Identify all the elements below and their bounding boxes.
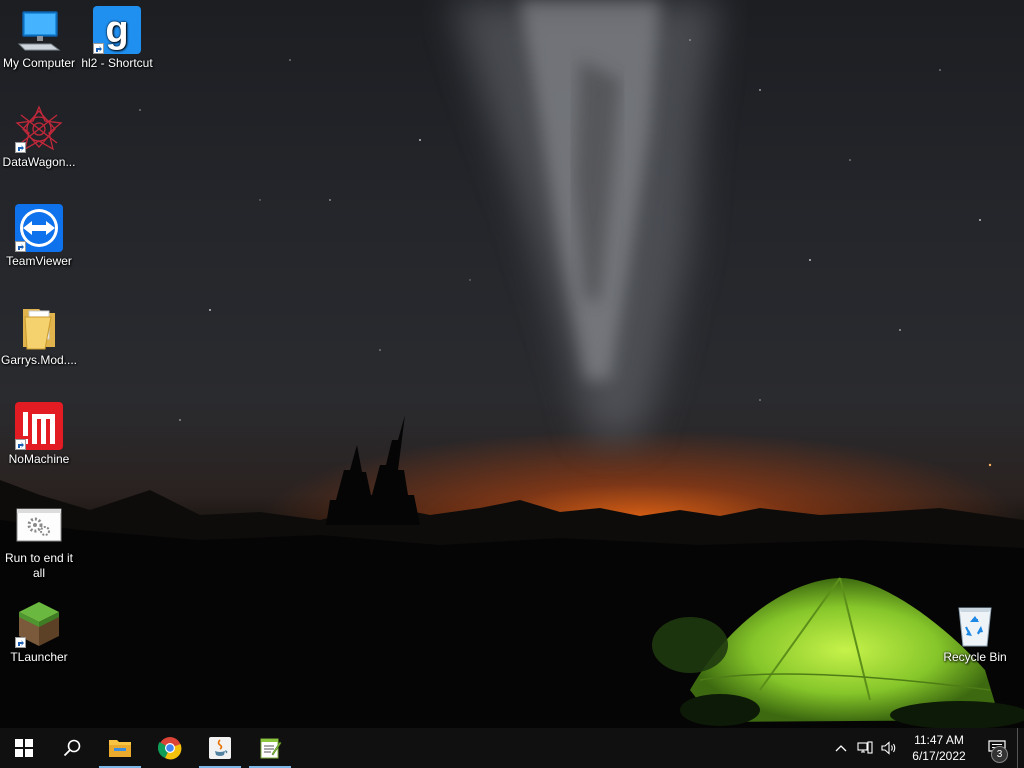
taskbar-app-java[interactable] bbox=[196, 728, 244, 768]
java-icon bbox=[209, 737, 231, 759]
settings-window-icon bbox=[16, 508, 62, 542]
shortcut-arrow-icon bbox=[93, 43, 104, 54]
system-tray: 11:47 AM 6/17/2022 3 bbox=[829, 728, 1024, 768]
taskbar-app-notepad[interactable] bbox=[246, 728, 294, 768]
desktop-icon-my-computer[interactable]: My Computer bbox=[0, 6, 78, 71]
taskbar-clock[interactable]: 11:47 AM 6/17/2022 bbox=[901, 732, 977, 764]
desktop-icon-run-to-end-it-all[interactable]: Run to end it all bbox=[0, 501, 78, 581]
start-button[interactable] bbox=[0, 728, 48, 768]
desktop-icon-label: NoMachine bbox=[8, 452, 70, 466]
shortcut-arrow-icon bbox=[15, 241, 26, 252]
desktop-icon-label: DataWagon... bbox=[2, 155, 76, 169]
desktop-icon-label: Recycle Bin bbox=[943, 650, 1007, 664]
svg-text:g: g bbox=[105, 9, 128, 51]
desktop-icon-recycle-bin[interactable]: Recycle Bin bbox=[936, 600, 1014, 665]
shortcut-arrow-icon bbox=[15, 637, 26, 648]
desktop-icon-label: Garrys.Mod.... bbox=[1, 353, 78, 367]
taskbar: 11:47 AM 6/17/2022 3 bbox=[0, 728, 1024, 768]
file-explorer-icon bbox=[109, 740, 131, 757]
show-hidden-icons-button[interactable] bbox=[829, 728, 853, 768]
notification-count-badge: 3 bbox=[991, 746, 1008, 763]
shortcut-arrow-icon bbox=[15, 439, 26, 450]
volume-tray-button[interactable] bbox=[877, 728, 901, 768]
notepad-icon bbox=[260, 738, 282, 759]
desktop-icon-datawagon[interactable]: DataWagon... bbox=[0, 105, 78, 170]
desktop-icon-label: Run to end it all bbox=[4, 551, 74, 580]
taskbar-app-file-explorer[interactable] bbox=[96, 728, 144, 768]
desktop-icon-label: My Computer bbox=[2, 56, 76, 70]
show-desktop-button[interactable] bbox=[1017, 728, 1024, 768]
network-tray-button[interactable] bbox=[853, 728, 877, 768]
folder-icon bbox=[23, 309, 55, 350]
clock-time: 11:47 AM bbox=[914, 733, 964, 747]
speaker-icon bbox=[881, 741, 896, 755]
desktop-icon-label: TeamViewer bbox=[6, 254, 72, 268]
action-center-button[interactable]: 3 bbox=[977, 728, 1017, 768]
desktop-icon-tlauncher[interactable]: TLauncher bbox=[0, 600, 78, 665]
desktop-icon-label: TLauncher bbox=[10, 650, 68, 664]
shortcut-arrow-icon bbox=[15, 142, 26, 153]
desktop-wallpaper[interactable] bbox=[0, 0, 1024, 728]
chevron-up-icon bbox=[835, 745, 847, 752]
search-button[interactable] bbox=[48, 728, 96, 768]
desktop-icon-hl2-shortcut[interactable]: g hl2 - Shortcut bbox=[78, 6, 156, 71]
desktop-icon-label: hl2 - Shortcut bbox=[81, 56, 153, 70]
landscape-scene bbox=[0, 415, 1024, 728]
taskbar-app-chrome[interactable] bbox=[146, 728, 194, 768]
search-icon bbox=[63, 739, 81, 757]
desktop-icon-garrys-mod-folder[interactable]: Garrys.Mod.... bbox=[0, 303, 78, 368]
desktop-icon-teamviewer[interactable]: TeamViewer bbox=[0, 204, 78, 269]
desktop-icon-nomachine[interactable]: NoMachine bbox=[0, 402, 78, 467]
chrome-icon bbox=[158, 737, 182, 760]
windows-logo-icon bbox=[15, 739, 33, 757]
recycle-bin-icon bbox=[958, 607, 992, 647]
clock-date: 6/17/2022 bbox=[912, 749, 966, 763]
computer-icon bbox=[17, 11, 61, 51]
network-icon bbox=[857, 741, 873, 754]
